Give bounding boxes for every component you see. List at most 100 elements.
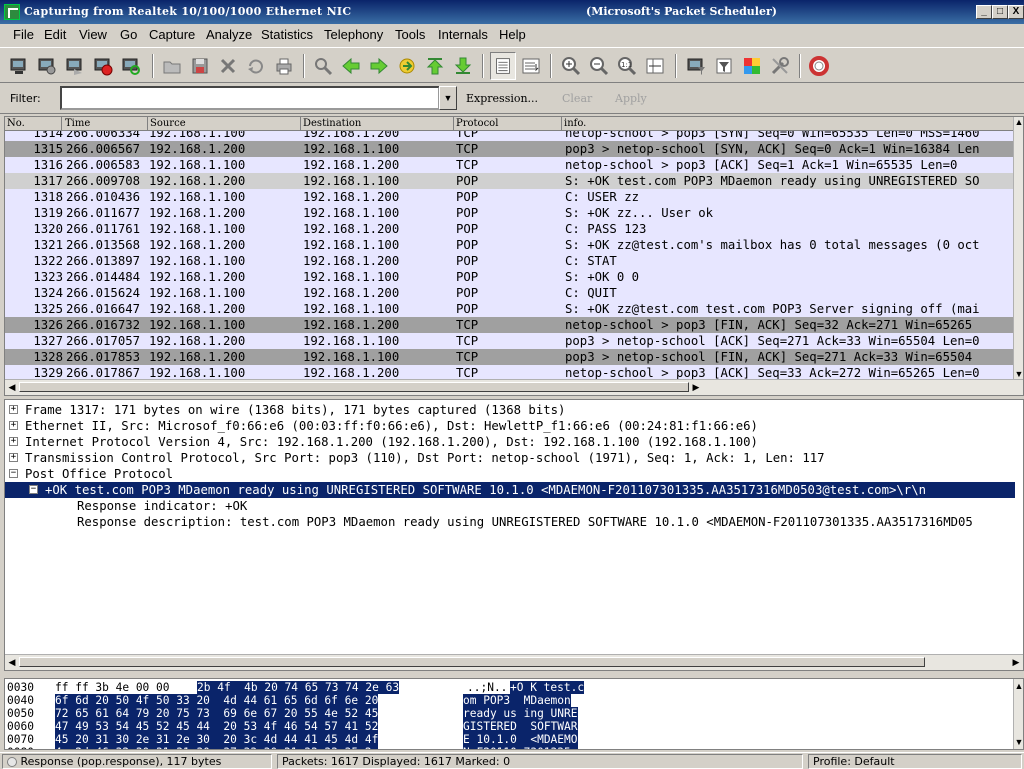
expert-info-icon[interactable] xyxy=(7,757,17,767)
packet-row[interactable]: 1327 266.017057 192.168.1.200 192.168.1.100… xyxy=(5,333,1015,349)
expand-icon[interactable]: + xyxy=(9,421,18,430)
menu-file[interactable]: File xyxy=(13,27,34,42)
expression-button[interactable]: Expression... xyxy=(466,92,538,105)
collapse-icon[interactable]: − xyxy=(29,485,38,494)
packet-row[interactable]: 1322 266.013897 192.168.1.100 192.168.1.200… xyxy=(5,253,1015,269)
scroll-down-arrow-icon[interactable]: ▼ xyxy=(1014,737,1023,747)
packet-row[interactable]: 1320 266.011761 192.168.1.100 192.168.1.200… xyxy=(5,221,1015,237)
column-header-destination[interactable]: Destination xyxy=(301,117,454,131)
colorize-icon[interactable] xyxy=(490,52,516,80)
minimize-button[interactable]: _ xyxy=(976,5,992,19)
maximize-button[interactable]: □ xyxy=(992,5,1008,19)
bytes-hex-selected[interactable]: 45 20 31 30 2e 31 2e 30 20 3c 4d 44 41 4… xyxy=(55,733,379,746)
scroll-left-arrow-icon[interactable]: ◀ xyxy=(7,657,17,667)
details-tree-row[interactable]: + Transmission Control Protocol, Src Port… xyxy=(5,450,1015,466)
packet-row[interactable]: 1321 266.013568 192.168.1.200 192.168.1.100… xyxy=(5,237,1015,253)
column-header-no[interactable]: No. xyxy=(5,117,62,131)
details-tree-row[interactable]: Response description: test.com POP3 MDae… xyxy=(5,514,1015,530)
capture-filters-icon[interactable] xyxy=(686,56,706,76)
normal-size-icon[interactable]: 1:1 xyxy=(617,56,637,76)
details-tree-row[interactable]: − Post Office Protocol xyxy=(5,466,1015,482)
go-first-icon[interactable] xyxy=(425,56,445,76)
restart-capture-icon[interactable] xyxy=(121,56,141,76)
bytes-ascii-selected[interactable]: N-F20110 7301335. xyxy=(463,746,578,749)
coloring-rules-icon[interactable] xyxy=(742,56,762,76)
close-file-icon[interactable] xyxy=(218,56,238,76)
packet-row[interactable]: 1326 266.016732 192.168.1.100 192.168.1.200… xyxy=(5,317,1015,333)
filter-dropdown-button[interactable]: ▼ xyxy=(439,86,457,110)
packet-row[interactable]: 1318 266.010436 192.168.1.100 192.168.1.200… xyxy=(5,189,1015,205)
menu-tools[interactable]: Tools xyxy=(395,27,425,42)
scroll-right-arrow-icon[interactable]: ▶ xyxy=(691,382,701,392)
apply-button[interactable]: Apply xyxy=(615,92,647,105)
menu-edit[interactable]: Edit xyxy=(44,27,66,42)
details-tree-row[interactable]: − +OK test.com POP3 MDaemon ready using U… xyxy=(5,482,1015,498)
go-back-icon[interactable] xyxy=(341,56,361,76)
bytes-hex-selected[interactable]: 47 49 53 54 45 52 45 44 20 53 4f 46 54 5… xyxy=(55,720,379,733)
bytes-ascii-selected[interactable]: +O K test.c xyxy=(510,681,585,694)
packet-row[interactable]: 1325 266.016647 192.168.1.200 192.168.1.100… xyxy=(5,301,1015,317)
bytes-ascii-selected[interactable]: om POP3 MDaemon xyxy=(463,694,571,707)
bytes-hex-selected[interactable]: 2b 4f 4b 20 74 65 73 74 2e 63 xyxy=(197,681,400,694)
scroll-right-arrow-icon[interactable]: ▶ xyxy=(1011,657,1021,667)
details-tree-row[interactable]: Response indicator: +OK xyxy=(5,498,1015,514)
scroll-down-arrow-icon[interactable]: ▼ xyxy=(1014,369,1023,379)
bytes-ascii-selected[interactable]: ready us ing UNRE xyxy=(463,707,578,720)
packet-list-vscrollbar[interactable]: ▲ ▼ xyxy=(1013,117,1023,379)
packet-row[interactable]: 1323 266.014484 192.168.1.200 192.168.1.100… xyxy=(5,269,1015,285)
capture-options-icon[interactable] xyxy=(37,56,57,76)
clear-button[interactable]: Clear xyxy=(562,92,592,105)
packet-row[interactable]: 1315 266.006567 192.168.1.200 192.168.1.100… xyxy=(5,141,1015,157)
zoom-out-icon[interactable] xyxy=(589,56,609,76)
help-icon[interactable] xyxy=(809,56,829,76)
zoom-in-icon[interactable] xyxy=(561,56,581,76)
save-file-icon[interactable] xyxy=(190,56,210,76)
bytes-vscrollbar[interactable]: ▲ ▼ xyxy=(1013,679,1023,749)
close-button[interactable]: X xyxy=(1008,5,1024,19)
interfaces-icon[interactable] xyxy=(9,56,29,76)
scroll-up-arrow-icon[interactable]: ▲ xyxy=(1014,117,1023,127)
menu-help[interactable]: Help xyxy=(499,27,526,42)
column-header-source[interactable]: Source xyxy=(148,117,301,131)
menu-internals[interactable]: Internals xyxy=(438,27,488,42)
find-packet-icon[interactable] xyxy=(313,56,333,76)
reload-icon[interactable] xyxy=(246,56,266,76)
bytes-hex-plain[interactable]: ff ff 3b 4e 00 00 xyxy=(55,681,170,694)
menu-telephony[interactable]: Telephony xyxy=(324,27,383,42)
go-forward-icon[interactable] xyxy=(369,56,389,76)
packet-row[interactable]: 1328 266.017853 192.168.1.200 192.168.1.100… xyxy=(5,349,1015,365)
autoscroll-icon[interactable] xyxy=(521,56,541,76)
menu-go[interactable]: Go xyxy=(120,27,137,42)
bytes-ascii-selected[interactable]: E 10.1.0 <MDAEMO xyxy=(463,733,578,746)
bytes-hex-selected[interactable]: 72 65 61 64 79 20 75 73 69 6e 67 20 55 4… xyxy=(55,707,379,720)
menu-analyze[interactable]: Analyze xyxy=(206,27,252,42)
packet-row[interactable]: 1317 266.009708 192.168.1.200 192.168.1.100… xyxy=(5,173,1015,189)
preferences-icon[interactable] xyxy=(770,56,790,76)
filter-input[interactable] xyxy=(60,86,440,110)
resize-columns-icon[interactable] xyxy=(645,56,665,76)
expand-icon[interactable]: + xyxy=(9,437,18,446)
start-capture-icon[interactable] xyxy=(65,56,85,76)
status-profile[interactable]: Profile: Default xyxy=(808,754,1022,769)
bytes-ascii-plain[interactable]: ..;N.. xyxy=(467,681,507,694)
column-header-time[interactable]: Time xyxy=(63,117,148,131)
scroll-thumb[interactable] xyxy=(19,382,689,392)
stop-capture-icon[interactable] xyxy=(93,56,113,76)
menu-capture[interactable]: Capture xyxy=(149,27,195,42)
packet-row[interactable]: 1319 266.011677 192.168.1.200 192.168.1.100… xyxy=(5,205,1015,221)
packet-row[interactable]: 1316 266.006583 192.168.1.100 192.168.1.200… xyxy=(5,157,1015,173)
bytes-ascii-selected[interactable]: GISTERED SOFTWAR xyxy=(463,720,578,733)
expand-icon[interactable]: + xyxy=(9,453,18,462)
display-filters-icon[interactable] xyxy=(714,56,734,76)
details-tree-row[interactable]: + Internet Protocol Version 4, Src: 192.1… xyxy=(5,434,1015,450)
scroll-up-arrow-icon[interactable]: ▲ xyxy=(1014,681,1023,691)
column-header-info[interactable]: info. xyxy=(562,117,1015,131)
packet-list-hscrollbar[interactable]: ◀ ▶ xyxy=(5,379,1023,395)
details-tree-row[interactable]: + Ethernet II, Src: Microsof_f0:66:e6 (00… xyxy=(5,418,1015,434)
menu-view[interactable]: View xyxy=(79,27,107,42)
scroll-thumb[interactable] xyxy=(19,657,925,667)
details-tree-row[interactable]: + Frame 1317: 171 bytes on wire (1368 bit… xyxy=(5,402,1015,418)
scroll-left-arrow-icon[interactable]: ◀ xyxy=(7,382,17,392)
menu-statistics[interactable]: Statistics xyxy=(261,27,313,42)
bytes-hex-selected[interactable]: 4e 2d 46 32 30 31 31 30 37 33 30 31 33 3… xyxy=(55,746,379,749)
